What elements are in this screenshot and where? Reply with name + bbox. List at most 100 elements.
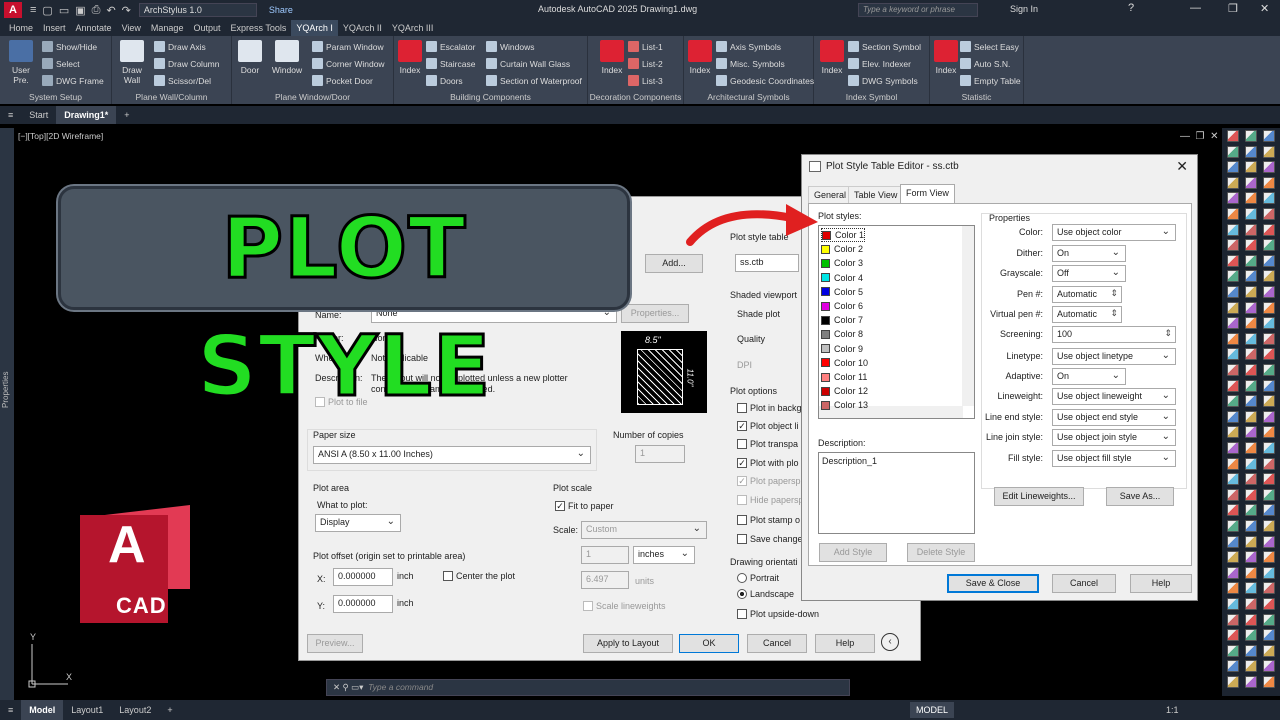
palette-tool-icon[interactable]: [1227, 254, 1239, 267]
draw-axis-button[interactable]: Draw Axis: [154, 41, 206, 52]
help-icon[interactable]: ?: [1128, 2, 1134, 14]
plot-style-item[interactable]: Color 6: [821, 299, 863, 313]
plot-style-table-select[interactable]: ss.ctb: [735, 254, 799, 272]
what-to-plot-select[interactable]: Display: [315, 514, 401, 532]
palette-tool-icon[interactable]: [1263, 676, 1275, 688]
tab-yqarch-1[interactable]: YQArch I: [291, 20, 338, 36]
palette-tool-icon[interactable]: [1245, 270, 1257, 283]
lineweight-select[interactable]: Use object lineweight: [1052, 388, 1176, 405]
add-style-button[interactable]: Add Style: [819, 543, 887, 562]
palette-tool-icon[interactable]: [1227, 473, 1239, 486]
group-label[interactable]: Building Components: [394, 92, 587, 102]
palette-tool-icon[interactable]: [1227, 566, 1239, 579]
plot-style-item[interactable]: Color 13: [821, 398, 868, 412]
waterproof-button[interactable]: Section of Waterproof: [486, 75, 582, 86]
palette-tool-icon[interactable]: [1263, 426, 1275, 439]
new-tab-icon[interactable]: +: [116, 106, 137, 124]
windows-button[interactable]: Windows: [486, 41, 534, 52]
plot-style-item[interactable]: Color 10: [821, 356, 868, 370]
index-button-4[interactable]: Index: [820, 40, 844, 75]
index-button-1[interactable]: Index: [398, 40, 422, 75]
group-label[interactable]: Index Symbol: [814, 92, 929, 102]
line-end-style-select[interactable]: Use object end style: [1052, 409, 1176, 426]
palette-tool-icon[interactable]: [1245, 208, 1257, 220]
close-icon[interactable]: ✕: [1176, 158, 1188, 175]
scale-lineweights-checkbox[interactable]: Scale lineweights: [583, 601, 666, 611]
palette-tool-icon[interactable]: [1227, 676, 1239, 688]
user-pre-button[interactable]: User Pre.: [4, 40, 38, 85]
palette-tool-icon[interactable]: [1263, 301, 1275, 314]
palette-tool-icon[interactable]: [1245, 660, 1257, 673]
redo-icon[interactable]: ↷: [122, 4, 131, 17]
palette-tool-icon[interactable]: [1227, 457, 1239, 470]
palette-tool-icon[interactable]: [1263, 254, 1275, 267]
palette-tool-icon[interactable]: [1245, 176, 1257, 189]
palette-tool-icon[interactable]: [1245, 286, 1257, 298]
palette-tool-icon[interactable]: [1227, 660, 1239, 673]
palette-tool-icon[interactable]: [1245, 457, 1257, 470]
draw-column-button[interactable]: Draw Column: [154, 58, 220, 69]
tab-output[interactable]: Output: [188, 20, 225, 36]
plot-style-item[interactable]: Color 5: [821, 285, 863, 299]
pocket-door-button[interactable]: Pocket Door: [312, 75, 373, 86]
center-plot-checkbox[interactable]: Center the plot: [443, 571, 515, 581]
palette-tool-icon[interactable]: [1227, 192, 1239, 205]
palette-tool-icon[interactable]: [1263, 535, 1275, 548]
palette-tool-icon[interactable]: [1263, 598, 1275, 610]
palette-tool-icon[interactable]: [1263, 364, 1275, 376]
palette-tool-icon[interactable]: [1263, 317, 1275, 330]
param-window-button[interactable]: Param Window: [312, 41, 384, 52]
paper-size-select[interactable]: ANSI A (8.50 x 11.00 Inches): [313, 446, 591, 464]
palette-tool-icon[interactable]: [1227, 504, 1239, 517]
color-select[interactable]: Use object color: [1052, 224, 1176, 241]
corner-window-button[interactable]: Corner Window: [312, 58, 385, 69]
print-icon[interactable]: ⎙: [92, 4, 101, 17]
palette-tool-icon[interactable]: [1227, 239, 1239, 252]
plot-style-item[interactable]: Color 7: [821, 313, 863, 327]
edit-lineweights-button[interactable]: Edit Lineweights...: [994, 487, 1084, 506]
collapse-options-icon[interactable]: ‹: [881, 633, 899, 651]
section-symbol-button[interactable]: Section Symbol: [848, 41, 921, 52]
tab-yqarch-3[interactable]: YQArch III: [387, 20, 439, 36]
list-3-button[interactable]: List-3: [628, 75, 663, 86]
door-button[interactable]: Door: [234, 40, 266, 75]
palette-tool-icon[interactable]: [1245, 410, 1257, 423]
delete-style-button[interactable]: Delete Style: [907, 543, 975, 562]
palette-tool-icon[interactable]: [1245, 239, 1257, 252]
palette-tool-icon[interactable]: [1245, 473, 1257, 486]
add-button[interactable]: Add...: [645, 254, 703, 273]
new-icon[interactable]: ▢: [42, 4, 52, 17]
palette-tool-icon[interactable]: [1263, 520, 1275, 532]
palette-tool-icon[interactable]: [1245, 301, 1257, 314]
plot-style-item[interactable]: Color 12: [821, 384, 868, 398]
plot-paperspace-last-checkbox[interactable]: ✓ Plot papersp: [737, 476, 801, 486]
draw-wall-button[interactable]: Draw Wall: [114, 40, 150, 85]
window-button[interactable]: Window: [268, 40, 306, 75]
palette-tool-icon[interactable]: [1245, 613, 1257, 626]
palette-tool-icon[interactable]: [1245, 644, 1257, 657]
tab-annotate[interactable]: Annotate: [71, 20, 117, 36]
plot-lineweights-checkbox[interactable]: ✓ Plot object li: [737, 421, 799, 431]
command-input[interactable]: Type a command: [368, 682, 433, 692]
properties-button[interactable]: Properties...: [621, 304, 689, 323]
workspace-select[interactable]: ArchStylus 1.0: [138, 3, 257, 17]
palette-tool-icon[interactable]: [1227, 364, 1239, 376]
tab-model[interactable]: Model: [21, 700, 64, 720]
scale-denominator-input[interactable]: 6.497: [581, 571, 629, 589]
palette-tool-icon[interactable]: [1263, 488, 1275, 501]
select-button[interactable]: Select: [42, 58, 80, 69]
palette-tool-icon[interactable]: [1263, 379, 1275, 392]
tab-express-tools[interactable]: Express Tools: [225, 20, 291, 36]
empty-table-button[interactable]: Empty Table: [960, 75, 1021, 86]
palette-tool-icon[interactable]: [1245, 379, 1257, 392]
palette-tool-icon[interactable]: [1245, 332, 1257, 345]
palette-tool-icon[interactable]: [1263, 145, 1275, 158]
help-button[interactable]: Help: [1130, 574, 1192, 593]
search-input[interactable]: Type a keyword or phrase: [858, 3, 978, 17]
palette-tool-icon[interactable]: [1245, 598, 1257, 610]
palette-tool-icon[interactable]: [1263, 644, 1275, 657]
palette-tool-icon[interactable]: [1245, 254, 1257, 267]
palette-tool-icon[interactable]: [1245, 426, 1257, 439]
scale-unit-select[interactable]: inches: [633, 546, 695, 564]
palette-tool-icon[interactable]: [1227, 598, 1239, 610]
